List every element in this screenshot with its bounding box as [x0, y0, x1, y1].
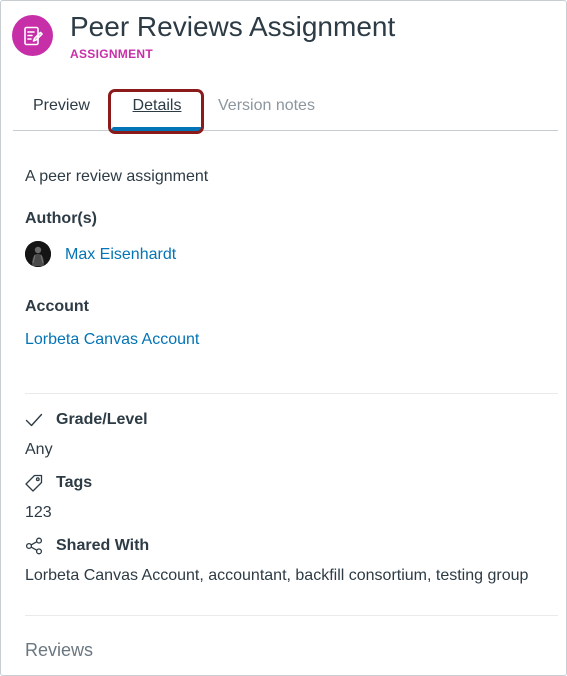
tab-version-notes[interactable]: Version notes — [218, 89, 315, 129]
tab-preview-label: Preview — [33, 97, 90, 114]
details-panel: Peer Reviews Assignment ASSIGNMENT Previ… — [0, 0, 567, 676]
active-tab-indicator — [112, 127, 202, 131]
description: A peer review assignment — [25, 168, 209, 185]
page-title: Peer Reviews Assignment — [70, 11, 396, 42]
account-heading: Account — [25, 298, 89, 315]
tab-version-notes-label: Version notes — [218, 97, 315, 114]
share-icon — [25, 537, 43, 555]
tab-bar: Preview Details Version notes — [13, 89, 558, 131]
content-type-label: ASSIGNMENT — [70, 47, 154, 61]
grade-level-label: Grade/Level — [56, 411, 148, 428]
tab-details[interactable]: Details — [112, 89, 202, 131]
header: Peer Reviews Assignment ASSIGNMENT — [12, 11, 556, 65]
divider — [25, 393, 558, 394]
grade-level-value: Any — [25, 441, 53, 458]
authors-heading: Author(s) — [25, 210, 97, 227]
shared-with-value: Lorbeta Canvas Account, accountant, back… — [25, 567, 529, 584]
avatar — [25, 241, 51, 267]
tags-label: Tags — [56, 474, 93, 491]
tag-icon — [25, 474, 43, 492]
grade-level-heading: Grade/Level — [25, 411, 148, 429]
shared-with-label: Shared With — [56, 537, 150, 554]
tags-value: 123 — [25, 504, 52, 521]
checkmark-icon — [25, 411, 43, 429]
tags-heading: Tags — [25, 474, 92, 492]
author-link[interactable]: Max Eisenhardt — [65, 246, 176, 264]
reviews-heading: Reviews — [25, 640, 94, 660]
tab-preview[interactable]: Preview — [33, 89, 90, 129]
shared-with-heading: Shared With — [25, 537, 149, 555]
assignment-icon — [12, 15, 53, 56]
account-link[interactable]: Lorbeta Canvas Account — [25, 331, 199, 349]
divider — [25, 615, 558, 616]
tab-details-label: Details — [132, 97, 182, 114]
